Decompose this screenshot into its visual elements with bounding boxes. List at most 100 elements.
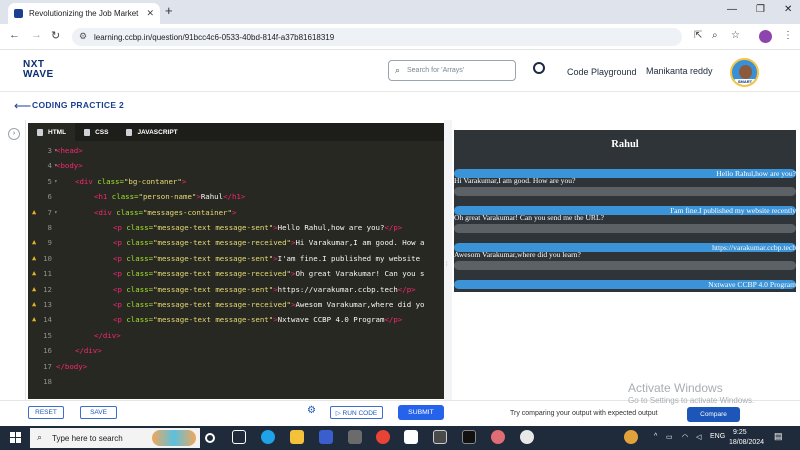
code-line[interactable]: 6 <h1 class="person-name">Rahul</h1> (28, 189, 444, 204)
code-line[interactable]: 4 ▾ <body> (28, 158, 444, 173)
back-nav-icon[interactable]: ← (9, 29, 20, 41)
chrome-icon[interactable] (376, 430, 390, 444)
site-info-icon[interactable]: ⚙ (79, 31, 87, 42)
line-number[interactable]: 10 (28, 251, 52, 266)
code-line[interactable]: ▲ 10 <p class="message-text message-sent">… (28, 251, 444, 266)
network-icon[interactable]: ▭ (666, 433, 673, 441)
line-number[interactable]: 15 (28, 328, 52, 343)
activate-windows-subtitle: Go to Settings to activate Windows. (628, 396, 755, 405)
language-indicator[interactable]: ENG (710, 433, 725, 440)
cortana-icon[interactable] (205, 433, 215, 443)
weather-icon[interactable] (624, 430, 638, 444)
app-icon-3[interactable] (520, 430, 534, 444)
chrome-profile-icon[interactable] (491, 430, 505, 444)
notifications-icon[interactable]: ▤ (774, 431, 783, 442)
nxtwave-app-icon[interactable] (404, 430, 418, 444)
browser-menu-icon[interactable]: ⋮ (783, 30, 793, 41)
code-line[interactable]: 3 ▾ <head> (28, 143, 444, 158)
tab-close-icon[interactable]: ✕ (146, 8, 154, 19)
line-number[interactable]: 16 (28, 343, 52, 358)
fold-toggle-icon[interactable]: ▾ (54, 205, 58, 220)
code-token: class= (121, 284, 154, 294)
split-divider[interactable] (444, 120, 452, 400)
code-line[interactable]: ▲ 7 ▾ <div class="messages-container"> (28, 205, 444, 220)
app-icon-1[interactable] (348, 430, 362, 444)
fold-toggle-icon[interactable]: ▾ (54, 174, 58, 189)
settings-gear-icon[interactable]: ⚙ (307, 405, 316, 416)
message-received: Hi Varakumar,I am good. How are you? (454, 176, 576, 185)
clock-date[interactable]: 18/08/2024 (729, 439, 764, 446)
search-highlight-icon (152, 430, 196, 446)
avatar[interactable]: SMART (730, 58, 759, 87)
run-code-button[interactable]: ▷ RUN CODE (330, 406, 383, 419)
reset-button[interactable]: RESET (28, 406, 64, 419)
code-line[interactable]: 5 ▾ <div class="bg-contaner"> (28, 174, 444, 189)
file-explorer-icon[interactable] (290, 430, 304, 444)
tab-html[interactable]: HTML (28, 123, 76, 141)
bookmark-star-icon[interactable]: ☆ (731, 30, 740, 41)
user-name[interactable]: Manikanta reddy (646, 66, 713, 76)
code-playground-link[interactable]: Code Playground (567, 67, 637, 77)
profile-avatar-icon[interactable] (759, 30, 772, 43)
code-line[interactable]: 8 <p class="message-text message-sent">He… (28, 220, 444, 235)
code-line[interactable]: ▲ 11 <p class="message-text message-receiv… (28, 266, 444, 281)
code-text: <p class="message-text message-sent">Nxt… (113, 312, 402, 327)
code-editor[interactable]: HTML CSS JAVASCRIPT 3 ▾ <head> 4 ▾ <body> 5 ▾ <d… (28, 123, 444, 399)
maximize-button[interactable]: ❐ (756, 4, 765, 15)
tray-chevron-icon[interactable]: ^ (654, 433, 657, 440)
submit-button[interactable]: SUBMIT (398, 405, 444, 420)
code-line[interactable]: ▲ 12 <p class="message-text message-sent">… (28, 282, 444, 297)
tab-css[interactable]: CSS (75, 123, 117, 141)
clock-time[interactable]: 9:25 (733, 429, 747, 436)
code-line[interactable]: ▲ 13 <p class="message-text message-receiv… (28, 297, 444, 312)
line-number[interactable]: 18 (28, 374, 52, 389)
taskbar-search-input[interactable]: ⌕ Type here to search (30, 428, 200, 448)
forward-nav-icon[interactable]: → (31, 29, 42, 41)
line-number[interactable]: 9 (28, 235, 52, 250)
save-button[interactable]: SAVE (80, 406, 117, 419)
code-line[interactable]: ▲ 14 <p class="message-text message-sent">… (28, 312, 444, 327)
task-view-icon[interactable] (232, 430, 246, 444)
line-number[interactable]: 7 (28, 205, 52, 220)
store-icon[interactable] (319, 430, 333, 444)
compare-button[interactable]: Compare (687, 407, 740, 422)
code-line[interactable]: 16 </div> (28, 343, 444, 358)
line-number[interactable]: 8 (28, 220, 52, 235)
back-arrow-icon[interactable]: ⟵ (14, 99, 31, 113)
windows-start-icon[interactable] (10, 432, 21, 443)
line-number[interactable]: 6 (28, 189, 52, 204)
code-token: "message-text message-sent" (153, 315, 274, 325)
new-tab-button[interactable]: + (165, 3, 173, 18)
tab-javascript[interactable]: JAVASCRIPT (117, 123, 186, 141)
zoom-icon[interactable]: ⌕ (712, 30, 718, 41)
drag-handle-icon[interactable]: ⁞ (446, 262, 448, 268)
code-line[interactable]: ▲ 9 <p class="message-text message-receive… (28, 235, 444, 250)
line-number[interactable]: 4 (28, 158, 52, 173)
wifi-icon[interactable]: ◠ (682, 433, 688, 441)
code-line[interactable]: 18 (28, 374, 444, 389)
line-number[interactable]: 5 (28, 174, 52, 189)
terminal-icon[interactable] (462, 430, 476, 444)
expand-panel-icon[interactable]: › (8, 128, 20, 140)
install-app-icon[interactable]: ⇱ (694, 30, 702, 41)
browser-tab[interactable]: Revolutionizing the Job Market ✕ (8, 3, 160, 24)
timer-icon[interactable] (533, 62, 545, 74)
line-number[interactable]: 14 (28, 312, 52, 327)
line-number[interactable]: 11 (28, 266, 52, 281)
volume-icon[interactable]: ◁ (696, 433, 701, 441)
line-number[interactable]: 17 (28, 359, 52, 374)
reload-icon[interactable]: ↻ (51, 29, 60, 42)
close-window-button[interactable]: ✕ (784, 4, 792, 15)
js-file-icon (126, 128, 133, 136)
url-field[interactable]: ⚙ learning.ccbp.in/question/91bcc4c6-053… (72, 28, 682, 46)
line-number[interactable]: 3 (28, 143, 52, 158)
code-line[interactable]: 15 </div> (28, 328, 444, 343)
code-line[interactable]: 17 </body> (28, 359, 444, 374)
line-number[interactable]: 12 (28, 282, 52, 297)
minimize-button[interactable]: — (727, 4, 737, 15)
code-text: <h1 class="person-name">Rahul</h1> (94, 189, 245, 204)
edge-browser-icon[interactable] (261, 430, 275, 444)
search-input[interactable]: ⌕ Search for 'Arrays' (388, 60, 516, 81)
app-icon-2[interactable] (433, 430, 447, 444)
line-number[interactable]: 13 (28, 297, 52, 312)
